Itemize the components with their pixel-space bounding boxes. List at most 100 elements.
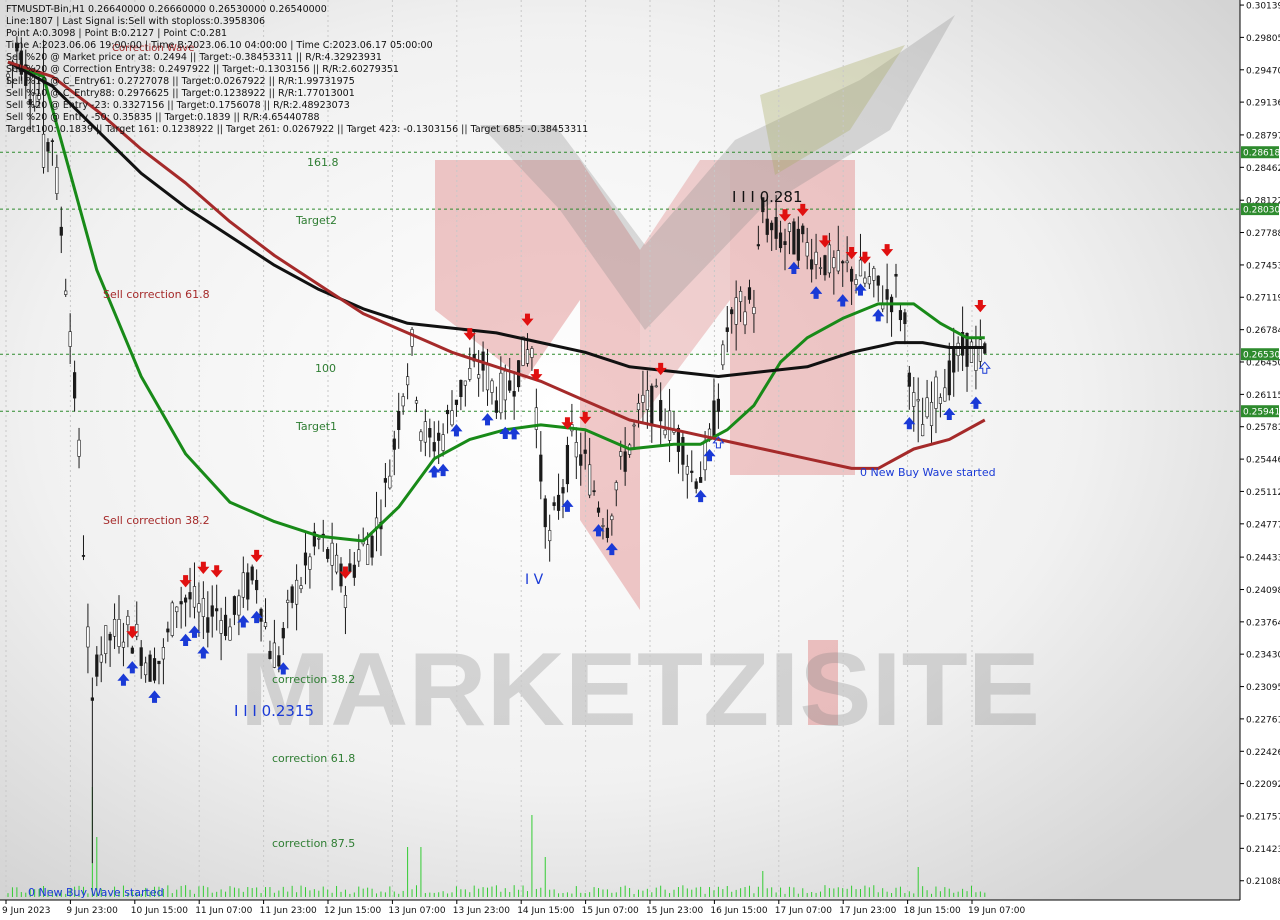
candle-body (596, 507, 601, 513)
candle-body (188, 592, 192, 600)
info-line-sell-50: Sell %20 @ Entry -50: 0.35835 || Target:… (6, 112, 320, 123)
candle-body (161, 647, 166, 660)
candle-body (326, 549, 330, 559)
candle-body (81, 555, 86, 557)
price-level-marker-label: 0.25941 (1243, 408, 1280, 418)
info-line-times: Time A:2023.06.06 19:00:00 | Time B:2023… (6, 40, 433, 51)
candle-body (419, 431, 423, 441)
candle-body (863, 277, 867, 284)
candle-body (121, 641, 126, 648)
info-line-sell-corr38: Sell %20 @ Correction Entry38: 0.2497922… (6, 64, 399, 75)
candle-body (872, 268, 876, 281)
info-line-targets: Target100: 0.1839 || Target 161: 0.12389… (6, 124, 589, 135)
candle-body (68, 331, 72, 347)
correction-382-label: correction 38.2 (272, 673, 355, 686)
candle-body (437, 432, 441, 441)
time-tick-label: 15 Jun 07:00 (582, 906, 639, 916)
candle-body (50, 140, 54, 142)
candle-body (659, 400, 663, 422)
candle-body (792, 221, 796, 255)
candle-body (556, 494, 561, 511)
candle-body (974, 345, 978, 371)
candle-body (925, 397, 929, 418)
candle-body (610, 515, 614, 521)
sell-correction-382-label: Sell correction 38.2 (103, 514, 210, 527)
time-tick-label: 11 Jun 07:00 (195, 906, 252, 916)
candle-body (645, 389, 649, 411)
candle-body (725, 327, 729, 332)
candle-body (223, 614, 228, 636)
price-tick-label: 0.29805 (1246, 34, 1280, 44)
candle-body (619, 451, 623, 457)
candle-body (112, 619, 117, 637)
candle-body (552, 502, 556, 506)
candle-body (41, 133, 46, 168)
candle-body (55, 167, 59, 194)
candle-body (228, 626, 232, 641)
candle-body (636, 402, 641, 411)
candle-body (99, 654, 103, 663)
candle-body (135, 623, 139, 637)
candle-body (699, 477, 703, 483)
price-tick-label: 0.24433 (1246, 554, 1280, 564)
candle-body (543, 498, 547, 528)
candle-body (357, 549, 361, 562)
candle-body (712, 400, 716, 438)
chart-canvas[interactable]: MARKETZISITE 0.30139 0.29805 0.29470 0.2913… (0, 0, 1280, 920)
wave-low-label: I I I 0.2315 (234, 702, 314, 720)
candle-body (317, 537, 321, 540)
candle-body (237, 595, 241, 616)
trading-chart-window[interactable]: MARKETZISITE 0.30139 0.29805 0.29470 0.2913… (0, 0, 1280, 920)
candle-body (90, 697, 94, 701)
level-label-target2: Target2 (295, 214, 337, 227)
candle-body (59, 226, 63, 236)
candle-body (916, 399, 920, 402)
candle-body (215, 608, 219, 612)
candle-body (201, 598, 205, 617)
candle-body (614, 482, 618, 491)
price-tick-label: 0.27453 (1246, 261, 1280, 271)
candle-body (499, 372, 503, 414)
candle-body (286, 599, 290, 603)
candle-body (907, 372, 911, 387)
candle-body (832, 257, 836, 269)
candle-body (303, 552, 308, 566)
time-tick-label: 12 Jun 15:00 (324, 906, 381, 916)
candle-body (730, 309, 734, 315)
price-tick-label: 0.29136 (1246, 99, 1280, 109)
candle (148, 650, 152, 682)
candle-body (503, 370, 507, 401)
candle-body (841, 261, 845, 264)
candle-body (823, 255, 827, 276)
candle-body (734, 297, 738, 325)
candle-body (485, 364, 490, 391)
candle-body (663, 429, 667, 436)
candle-body (241, 572, 245, 598)
price-tick-label: 0.24777 (1246, 520, 1280, 530)
price-tick-label: 0.26784 (1246, 326, 1280, 336)
wave-high-label: I I I 0.281 (732, 188, 803, 206)
candle-body (943, 387, 947, 402)
candle-body (952, 347, 956, 373)
time-tick-label: 10 Jun 15:00 (131, 906, 188, 916)
candle-body (836, 250, 840, 272)
candle-body (139, 647, 143, 666)
candle-body (477, 374, 481, 379)
price-tick-label: 0.22761 (1246, 715, 1280, 725)
price-tick-label: 0.27119 (1246, 294, 1280, 304)
candle-body (969, 341, 974, 363)
price-tick-label: 0.21088 (1246, 877, 1280, 887)
candle-body (743, 311, 747, 326)
candle-body (921, 424, 925, 437)
candle-body (334, 554, 339, 573)
candle-body (246, 572, 250, 600)
candle-body (525, 349, 530, 364)
time-tick-label: 17 Jun 07:00 (775, 906, 832, 916)
candle-body (294, 579, 299, 605)
candle-body (770, 222, 774, 231)
candle-body (250, 566, 254, 581)
candle-body (774, 217, 778, 239)
candle-body (352, 564, 356, 578)
candle-body (756, 244, 760, 247)
candle-body (685, 466, 689, 475)
